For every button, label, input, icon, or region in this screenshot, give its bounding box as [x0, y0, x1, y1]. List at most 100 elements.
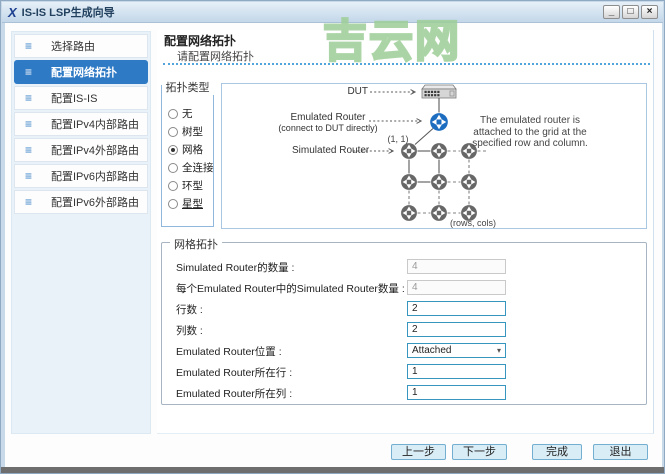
window-title: IS-IS LSP生成向导: [21, 7, 115, 19]
sidebar-item-ipv4-external[interactable]: ≡ 配置IPv4外部路由: [14, 138, 148, 162]
form-row-simulated-count: Simulated Router的数量 :: [162, 259, 646, 275]
main-pane: 配置网络拓扑 请配置网络拓扑 拓扑类型 无 树型 网格 全连接 环型 星型 DU…: [157, 30, 654, 434]
dropdown-arrow-icon: ▾: [496, 346, 501, 355]
sidebar-item-label: 配置IPv4外部路由: [51, 145, 140, 157]
form-row-emulated-row: Emulated Router所在行 :: [162, 364, 646, 380]
radio-label: 树型: [182, 126, 203, 138]
emulated-row-input[interactable]: [407, 364, 506, 379]
radio-label: 环型: [182, 180, 203, 192]
radio-option-tree[interactable]: 树型: [168, 124, 203, 139]
simulated-router-icon: [401, 174, 417, 190]
field-label: 行数 :: [176, 304, 203, 316]
grid-topology-legend: 网格拓扑: [170, 236, 222, 252]
dashed-separator: [163, 63, 650, 65]
sidebar-item-configure-topology[interactable]: ≡ 配置网络拓扑: [14, 60, 148, 84]
page-title: 配置网络拓扑: [164, 34, 237, 48]
form-row-rows: 行数 :: [162, 301, 646, 317]
simulated-router-icon: [431, 143, 447, 159]
menu-icon: ≡: [25, 169, 33, 183]
grid-topology-group: 网格拓扑 Simulated Router的数量 : 每个Emulated Ro…: [161, 236, 647, 405]
form-row-emulated-col: Emulated Router所在列 :: [162, 385, 646, 401]
radio-option-none[interactable]: 无: [168, 106, 193, 121]
sidebar-item-ipv6-internal[interactable]: ≡ 配置IPv6内部路由: [14, 164, 148, 188]
radio-option-ring[interactable]: 环型: [168, 178, 203, 193]
dut-label: DUT: [347, 86, 368, 97]
previous-button[interactable]: 上一步: [391, 444, 446, 460]
sidebar-item-ipv4-internal[interactable]: ≡ 配置IPv4内部路由: [14, 112, 148, 136]
sidebar-item-label: 配置IPv6内部路由: [51, 171, 140, 183]
close-button[interactable]: ×: [641, 5, 658, 19]
radio-option-grid[interactable]: 网格: [168, 142, 203, 157]
radio-label: 星型: [182, 198, 203, 210]
sidebar-item-ipv6-external[interactable]: ≡ 配置IPv6外部路由: [14, 190, 148, 214]
dut-switch-icon: [421, 84, 457, 99]
radio-icon: [168, 126, 178, 137]
sidebar-item-configure-isis[interactable]: ≡ 配置IS-IS: [14, 86, 148, 110]
next-button[interactable]: 下一步: [452, 444, 507, 460]
exit-button[interactable]: 退出: [593, 444, 648, 460]
emulated-position-select[interactable]: Attached ▾: [407, 343, 506, 358]
radio-icon: [168, 162, 178, 173]
app-logo-icon: X: [8, 4, 17, 20]
topology-type-legend: 拓扑类型: [161, 79, 214, 95]
sidebar-item-label: 配置IPv4内部路由: [51, 119, 140, 131]
menu-icon: ≡: [25, 195, 33, 209]
menu-icon: ≡: [25, 65, 33, 79]
menu-icon: ≡: [25, 117, 33, 131]
radio-label: 无: [182, 108, 193, 120]
row-count-input[interactable]: [407, 301, 506, 316]
grid-dims-label: (rows, cols): [450, 218, 497, 228]
title-bar: X IS-IS LSP生成向导 _ □ ×: [2, 2, 663, 23]
maximize-button[interactable]: □: [622, 5, 639, 19]
selected-option: Attached: [412, 345, 452, 356]
form-row-simulated-per-emulated: 每个Emulated Router中的Simulated Router数量 :: [162, 280, 646, 296]
field-label: 每个Emulated Router中的Simulated Router数量 :: [176, 283, 405, 295]
topology-diagram: [353, 84, 488, 221]
sidebar-item-label: 配置网络拓扑: [51, 67, 117, 79]
field-label: Simulated Router的数量 :: [176, 262, 295, 274]
sidebar-item-label: 配置IS-IS: [51, 93, 98, 105]
window-bottom-edge: [1, 467, 664, 473]
emulated-col-input[interactable]: [407, 385, 506, 400]
field-label: Emulated Router所在行 :: [176, 367, 293, 379]
simulated-router-icon: [431, 205, 447, 221]
radio-label: 网格: [182, 144, 203, 156]
finish-button[interactable]: 完成: [532, 444, 582, 460]
field-label: Emulated Router位置 :: [176, 346, 282, 358]
simulated-router-label: Simulated Router: [292, 145, 370, 156]
simulated-router-icon: [401, 205, 417, 221]
topology-diagram-panel: DUT Emulated Router (connect to DUT dire…: [221, 83, 647, 229]
menu-icon: ≡: [25, 39, 33, 53]
wizard-window: X IS-IS LSP生成向导 _ □ × 吉云网 ≡ 选择路由 ≡ 配置网络拓…: [0, 0, 665, 474]
sidebar-item-select-route[interactable]: ≡ 选择路由: [14, 34, 148, 58]
emulated-router-label: Emulated Router (connect to DUT directly…: [278, 112, 378, 134]
simulated-per-emulated-input: [407, 280, 506, 295]
form-row-cols: 列数 :: [162, 322, 646, 338]
simulated-router-count-input: [407, 259, 506, 274]
menu-icon: ≡: [25, 143, 33, 157]
field-label: 列数 :: [176, 325, 203, 337]
topology-type-group: 拓扑类型 无 树型 网格 全连接 环型 星型: [161, 79, 214, 227]
radio-icon: [168, 108, 178, 119]
diagram-note: The emulated router is attached to the g…: [472, 115, 588, 149]
radio-selected-icon: [168, 144, 178, 155]
simulated-router-icon: [401, 143, 417, 159]
field-label: Emulated Router所在列 :: [176, 388, 293, 400]
page-subtitle: 请配置网络拓扑: [177, 51, 254, 63]
sidebar-item-label: 配置IPv6外部路由: [51, 197, 140, 209]
dialog-body: ≡ 选择路由 ≡ 配置网络拓扑 ≡ 配置IS-IS ≡ 配置IPv4内部路由 ≡…: [5, 23, 662, 467]
menu-icon: ≡: [25, 91, 33, 105]
sidebar-item-label: 选择路由: [51, 41, 95, 53]
form-row-emulated-position: Emulated Router位置 : Attached ▾: [162, 343, 646, 359]
col-count-input[interactable]: [407, 322, 506, 337]
grid-origin-label: (1, 1): [387, 134, 409, 144]
simulated-router-icon: [461, 174, 477, 190]
minimize-button[interactable]: _: [603, 5, 620, 19]
radio-option-star[interactable]: 星型: [168, 196, 203, 211]
emulated-router-icon: [430, 113, 448, 131]
radio-icon: [168, 198, 178, 209]
wizard-step-list: ≡ 选择路由 ≡ 配置网络拓扑 ≡ 配置IS-IS ≡ 配置IPv4内部路由 ≡…: [11, 31, 151, 434]
radio-icon: [168, 180, 178, 191]
radio-option-full-mesh[interactable]: 全连接: [168, 160, 214, 175]
simulated-router-icon: [431, 174, 447, 190]
